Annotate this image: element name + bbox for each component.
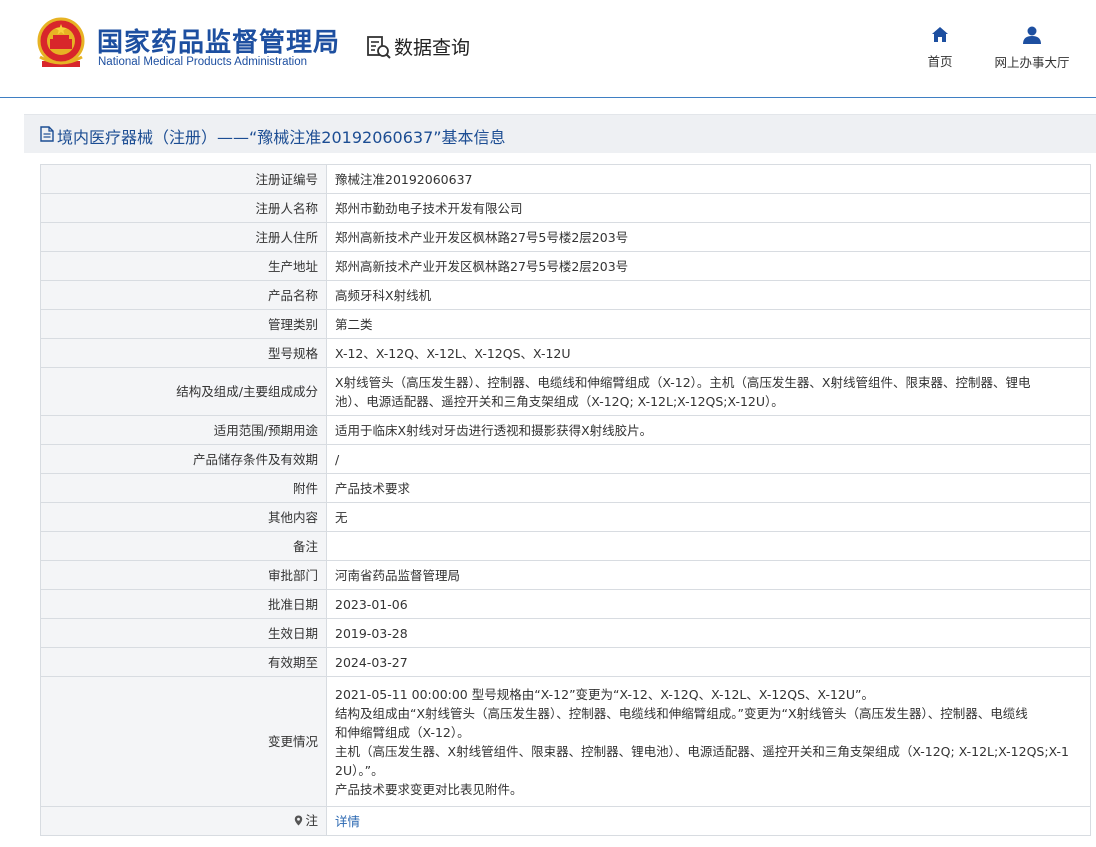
value-line: 2U）。”。 (335, 762, 384, 778)
row-label: 产品名称 (40, 280, 327, 310)
value-line: X射线管头（高压发生器）、控制器、电缆线和伸缩臂组成（X-12）。主机（高压发生… (335, 374, 1031, 390)
row-label: 有效期至 (40, 647, 327, 677)
nav-online-service-hall[interactable]: 网上办事大厅 (989, 26, 1075, 71)
value-line: 池）、电源适配器、遥控开关和三角支架组成（X-12Q; X-12L;X-12QS… (335, 393, 784, 409)
nav-online-service-hall-label: 网上办事大厅 (994, 55, 1070, 70)
row-label: 生产地址 (40, 251, 327, 281)
org-name-en: National Medical Products Administration (98, 56, 308, 68)
row-label: 结构及组成/主要组成成分 (40, 367, 327, 416)
note-label: 注 (305, 813, 318, 828)
table-row: 注 详情 (40, 806, 1091, 836)
row-value: 2021-05-11 00:00:00 型号规格由“X-12”变更为“X-12、… (326, 676, 1091, 807)
row-label-note: 注 (40, 806, 327, 836)
row-value: 适用于临床X射线对牙齿进行透视和摄影获得X射线胶片。 (326, 415, 1091, 445)
row-label: 适用范围/预期用途 (40, 415, 327, 445)
row-value: 豫械注准20192060637 (326, 164, 1091, 194)
row-value: / (326, 444, 1091, 474)
row-label: 管理类别 (40, 309, 327, 339)
row-value: X-12、X-12Q、X-12L、X-12QS、X-12U (326, 338, 1091, 368)
table-row: 适用范围/预期用途 适用于临床X射线对牙齿进行透视和摄影获得X射线胶片。 (40, 415, 1091, 445)
table-row: 其他内容 无 (40, 502, 1091, 532)
table-row: 生产地址 郑州高新技术产业开发区枫林路27号5号楼2层203号 (40, 251, 1091, 281)
table-row: 有效期至 2024-03-27 (40, 647, 1091, 677)
table-row: 注册人住所 郑州高新技术产业开发区枫林路27号5号楼2层203号 (40, 222, 1091, 252)
value-line: 产品技术要求变更对比表见附件。 (335, 781, 523, 797)
nav-home[interactable]: 首页 (923, 26, 957, 70)
table-row: 产品储存条件及有效期 / (40, 444, 1091, 474)
value-line: 和伸缩臂组成（X-12）。 (335, 724, 470, 740)
row-value: X射线管头（高压发生器）、控制器、电缆线和伸缩臂组成（X-12）。主机（高压发生… (326, 367, 1091, 416)
row-value: 2023-01-06 (326, 589, 1091, 619)
table-row: 型号规格 X-12、X-12Q、X-12L、X-12QS、X-12U (40, 338, 1091, 368)
table-row: 变更情况 2021-05-11 00:00:00 型号规格由“X-12”变更为“… (40, 676, 1091, 807)
table-row: 结构及组成/主要组成成分 X射线管头（高压发生器）、控制器、电缆线和伸缩臂组成（… (40, 367, 1091, 416)
row-value: 详情 (326, 806, 1091, 836)
org-name-cn: 国家药品监督管理局 (97, 28, 341, 58)
details-link[interactable]: 详情 (335, 814, 360, 829)
row-label: 生效日期 (40, 618, 327, 648)
table-row: 审批部门 河南省药品监督管理局 (40, 560, 1091, 590)
row-value: 高频牙科X射线机 (326, 280, 1091, 310)
table-row: 管理类别 第二类 (40, 309, 1091, 339)
national-emblem-icon (37, 17, 85, 67)
row-label: 批准日期 (40, 589, 327, 619)
row-value: 郑州市勤劲电子技术开发有限公司 (326, 193, 1091, 223)
row-label: 备注 (40, 531, 327, 561)
row-label: 产品储存条件及有效期 (40, 444, 327, 474)
device-info-table: 注册证编号 豫械注准20192060637 注册人名称 郑州市勤劲电子技术开发有… (40, 164, 1091, 836)
table-row: 产品名称 高频牙科X射线机 (40, 280, 1091, 310)
table-row: 附件 产品技术要求 (40, 473, 1091, 503)
row-value: 2019-03-28 (326, 618, 1091, 648)
row-label: 注册人名称 (40, 193, 327, 223)
value-line: 结构及组成由“X射线管头（高压发生器）、控制器、电缆线和伸缩臂组成。”变更为“X… (335, 705, 1028, 721)
table-row: 生效日期 2019-03-28 (40, 618, 1091, 648)
row-label: 注册人住所 (40, 222, 327, 252)
table-row: 注册人名称 郑州市勤劲电子技术开发有限公司 (40, 193, 1091, 223)
value-line: 主机（高压发生器、X射线管组件、限束器、控制器、锂电池）、电源适配器、遥控开关和… (335, 743, 1069, 759)
table-row: 备注 (40, 531, 1091, 561)
section-title-bar: 境内医疗器械（注册）——“豫械注准20192060637”基本信息 (24, 114, 1096, 153)
row-value (326, 531, 1091, 561)
row-value: 郑州高新技术产业开发区枫林路27号5号楼2层203号 (326, 222, 1091, 252)
row-value: 第二类 (326, 309, 1091, 339)
table-row: 注册证编号 豫械注准20192060637 (40, 164, 1091, 194)
row-value: 产品技术要求 (326, 473, 1091, 503)
nav-home-label: 首页 (927, 54, 953, 69)
site-header: 国家药品监督管理局 National Medical Products Admi… (0, 0, 1096, 98)
row-label: 注册证编号 (40, 164, 327, 194)
data-query-link[interactable]: 数据查询 (366, 33, 470, 60)
row-label: 审批部门 (40, 560, 327, 590)
map-pin-icon (295, 815, 303, 826)
document-icon (40, 126, 54, 142)
document-search-icon (367, 35, 391, 59)
row-value: 郑州高新技术产业开发区枫林路27号5号楼2层203号 (326, 251, 1091, 281)
row-label: 变更情况 (40, 676, 327, 807)
row-value: 河南省药品监督管理局 (326, 560, 1091, 590)
row-value: 2024-03-27 (326, 647, 1091, 677)
table-row: 批准日期 2023-01-06 (40, 589, 1091, 619)
home-icon (932, 27, 948, 42)
user-icon (1023, 26, 1041, 44)
data-query-label: 数据查询 (394, 37, 471, 59)
value-line: 2021-05-11 00:00:00 型号规格由“X-12”变更为“X-12、… (335, 686, 875, 702)
row-label: 附件 (40, 473, 327, 503)
row-label: 其他内容 (40, 502, 327, 532)
page-title: 境内医疗器械（注册）——“豫械注准20192060637”基本信息 (57, 128, 506, 147)
row-value: 无 (326, 502, 1091, 532)
row-label: 型号规格 (40, 338, 327, 368)
